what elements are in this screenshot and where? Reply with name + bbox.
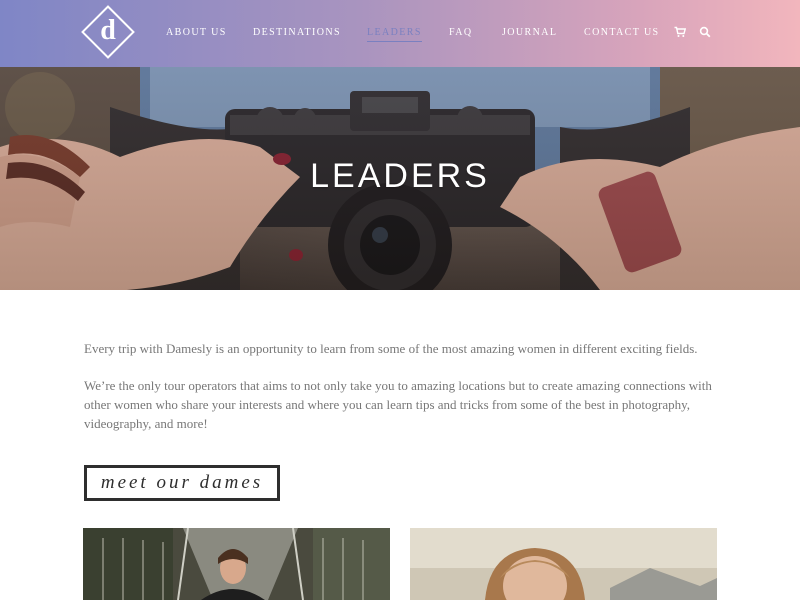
logo-letter[interactable]: d — [89, 13, 127, 51]
intro-paragraph-2: We’re the only tour operators that aims … — [84, 378, 712, 431]
leader-photo-portrait — [410, 528, 717, 600]
leader-photo-bridge — [83, 528, 390, 600]
site-header: d ABOUT US DESTINATIONS LEADERS FAQ JOUR… — [0, 0, 800, 67]
page-title: LEADERS — [310, 157, 490, 195]
leader-card-2[interactable] — [410, 528, 717, 600]
nav-faq[interactable]: FAQ — [449, 27, 472, 39]
intro-paragraph-1: Every trip with Damesly is an opportunit… — [84, 341, 698, 356]
meet-our-dames-label: meet our dames — [100, 472, 264, 493]
leader-card-1[interactable] — [83, 528, 390, 600]
nav-destinations[interactable]: DESTINATIONS — [253, 27, 341, 39]
search-icon[interactable] — [699, 26, 711, 38]
meet-our-dames-heading: meet our dames — [84, 465, 280, 501]
nav-contact-us[interactable]: CONTACT US — [584, 27, 660, 39]
nav-about-us[interactable]: ABOUT US — [166, 27, 227, 39]
nav-leaders[interactable]: LEADERS — [367, 27, 422, 42]
nav-journal[interactable]: JOURNAL — [502, 27, 557, 39]
intro-section: Every trip with Damesly is an opportunit… — [84, 339, 724, 451]
cart-icon[interactable] — [674, 26, 686, 38]
